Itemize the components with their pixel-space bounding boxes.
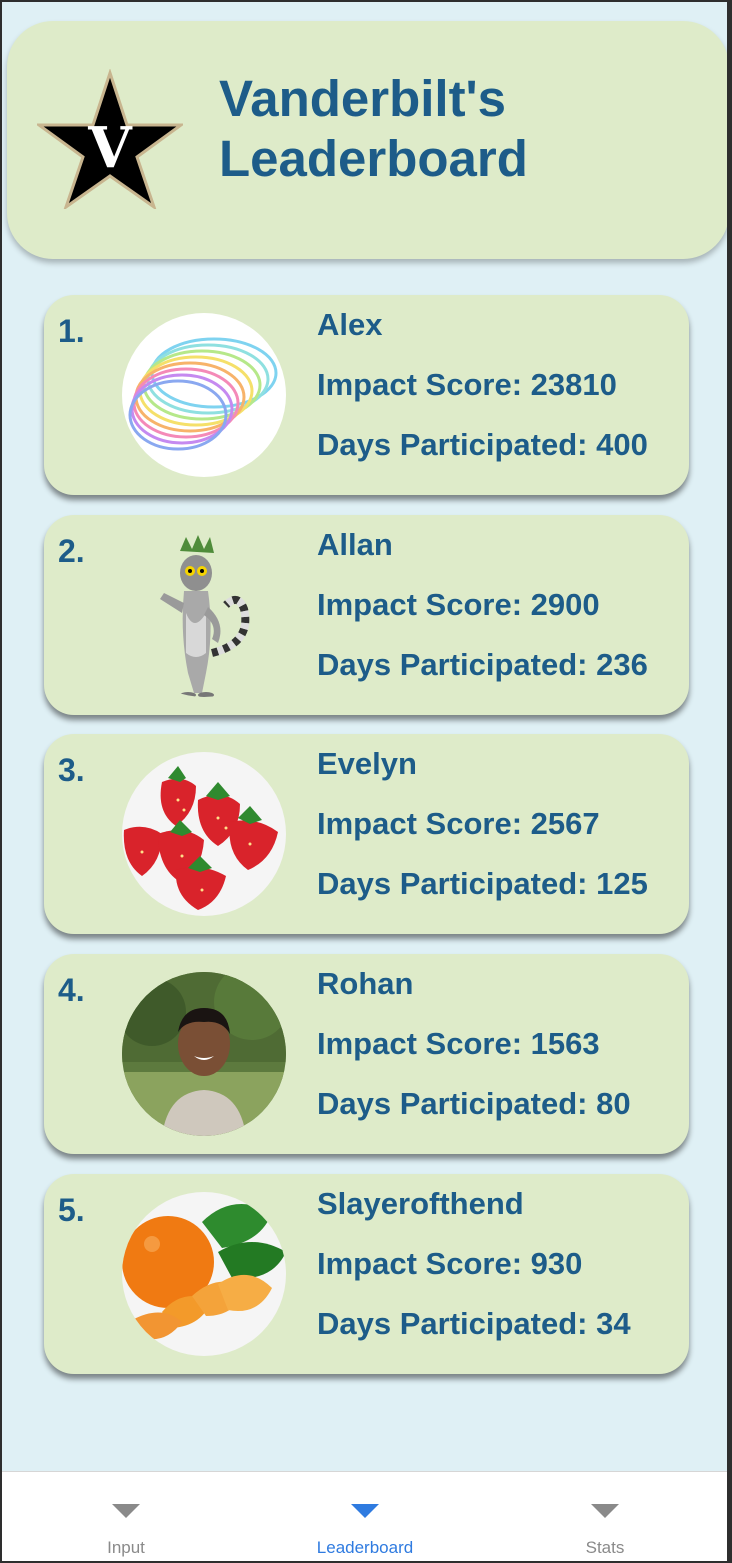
rank-number: 1. — [58, 313, 85, 349]
days-participated: Days Participated: 34 — [317, 1306, 631, 1341]
triangle-down-icon — [112, 1504, 140, 1518]
title-line-1: Vanderbilt's — [219, 70, 507, 127]
tab-input[interactable]: Input — [26, 1472, 226, 1561]
lemur-image — [160, 535, 250, 697]
bottom-nav: Input Leaderboard Stats — [2, 1471, 727, 1561]
triangle-down-icon — [351, 1504, 379, 1518]
days-participated: Days Participated: 80 — [317, 1086, 631, 1121]
svg-text:V: V — [87, 115, 133, 181]
avatar — [122, 1192, 286, 1356]
participant-name: Evelyn — [317, 746, 417, 781]
tab-stats-label: Stats — [585, 1538, 625, 1557]
tab-stats[interactable]: Stats — [505, 1472, 705, 1561]
impact-score: Impact Score: 1563 — [317, 1026, 600, 1061]
impact-score: Impact Score: 930 — [317, 1246, 583, 1281]
avatar — [122, 972, 286, 1136]
avatar — [122, 313, 286, 477]
tab-input-label: Input — [107, 1538, 145, 1557]
leaderboard-card: 3. Evelyn Impact Score: 2567 Days Partic… — [44, 734, 689, 934]
slinky-image — [128, 337, 278, 451]
header-banner: V Vanderbilt's Leaderboard — [7, 21, 727, 259]
strawberries-image — [123, 766, 278, 910]
leaderboard-card: 5. Slayerofthend Impact Score: 930 Days … — [44, 1174, 689, 1374]
triangle-down-icon — [591, 1504, 619, 1518]
rank-number: 5. — [58, 1192, 85, 1228]
days-participated: Days Participated: 236 — [317, 647, 648, 682]
oranges-image — [122, 1204, 286, 1340]
participant-name: Rohan — [317, 966, 414, 1001]
impact-score: Impact Score: 23810 — [317, 367, 617, 402]
days-participated: Days Participated: 125 — [317, 866, 648, 901]
impact-score: Impact Score: 2900 — [317, 587, 600, 622]
leaderboard-card: 1. Alex Impact Score: 23810 Days Partici… — [44, 295, 689, 495]
days-participated: Days Participated: 400 — [317, 427, 648, 462]
avatar — [122, 752, 286, 916]
participant-name: Alex — [317, 307, 383, 342]
rank-number: 3. — [58, 752, 85, 788]
vanderbilt-star-logo: V — [37, 69, 183, 209]
avatar — [122, 533, 286, 697]
page-title: Vanderbilt's Leaderboard — [219, 69, 699, 189]
participant-name: Allan — [317, 527, 393, 562]
leaderboard-card: 2. Allan Impact Score: 2900 Days Partici… — [44, 515, 689, 715]
title-line-2: Leaderboard — [219, 130, 528, 187]
leaderboard-card: 4. Rohan Impact Score: 1563 Days Partici… — [44, 954, 689, 1154]
tab-leaderboard-label: Leaderboard — [316, 1538, 414, 1557]
rank-number: 2. — [58, 533, 85, 569]
rank-number: 4. — [58, 972, 85, 1008]
tab-leaderboard[interactable]: Leaderboard — [265, 1472, 465, 1561]
participant-name: Slayerofthend — [317, 1186, 524, 1221]
person-photo — [122, 972, 286, 1136]
impact-score: Impact Score: 2567 — [317, 806, 600, 841]
app-frame: V Vanderbilt's Leaderboard 1. Alex Impac… — [2, 2, 727, 1561]
